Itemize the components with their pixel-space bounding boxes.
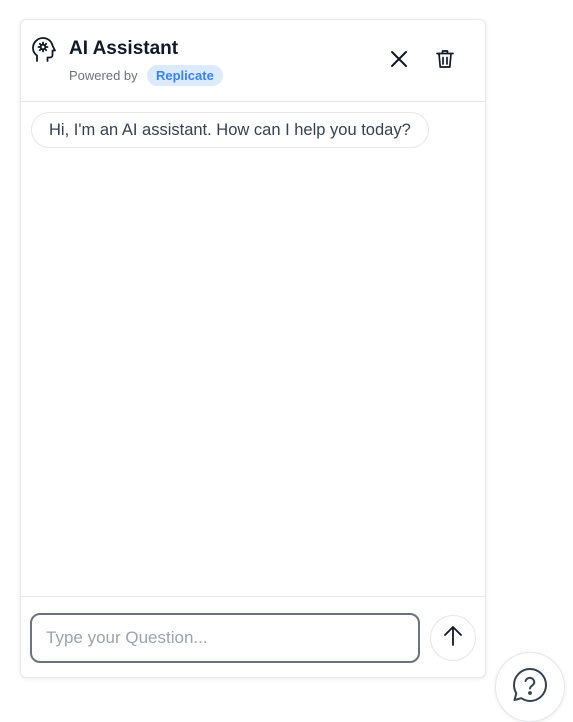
chat-header: AI Assistant Powered by Replicate [21,20,485,102]
assistant-title: AI Assistant [69,38,179,59]
delete-chat-button[interactable] [430,46,460,76]
provider-badge: Replicate [147,65,223,86]
question-chat-icon [512,667,548,708]
question-input[interactable] [30,613,420,663]
message-list: Hi, I'm an AI assistant. How can I help … [21,102,485,596]
composer [21,596,485,679]
powered-by-label: Powered by [69,68,138,83]
arrow-up-icon [443,625,463,652]
close-icon [390,50,408,73]
assistant-message: Hi, I'm an AI assistant. How can I help … [31,112,429,148]
help-button[interactable] [495,652,565,722]
chat-panel: AI Assistant Powered by Replicate Hi, I'… [20,19,486,678]
brain-head-icon [31,36,57,64]
trash-icon [436,49,454,74]
close-button[interactable] [384,46,414,76]
send-button[interactable] [430,615,476,661]
